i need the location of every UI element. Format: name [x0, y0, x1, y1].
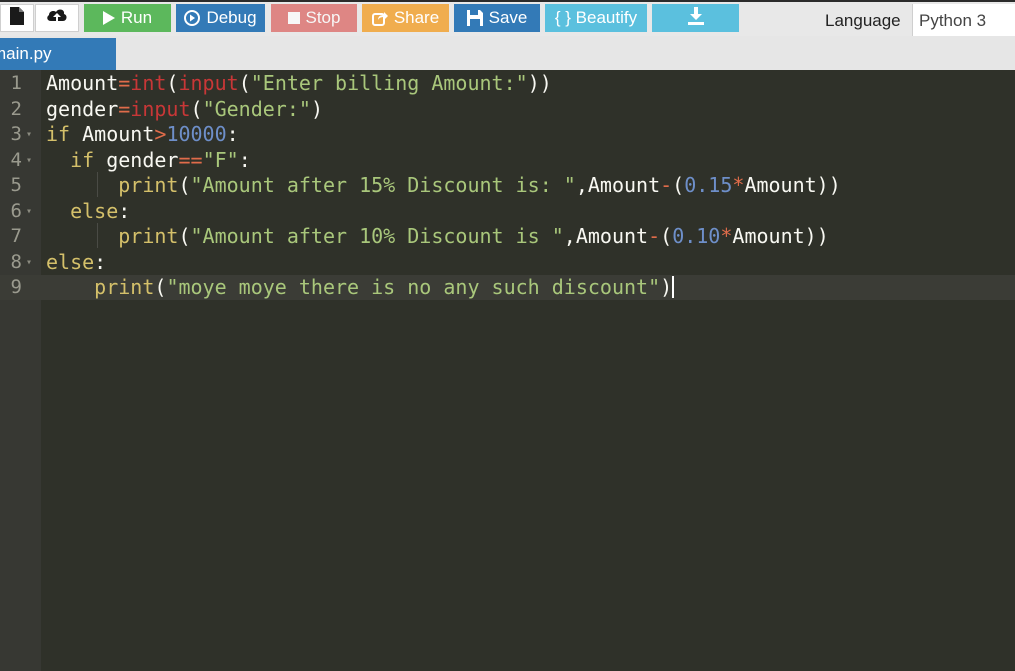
code-line[interactable]: 4 ▾ if gender=="F": — [0, 148, 1015, 173]
line-number: 7 — [10, 225, 22, 247]
beautify-button[interactable]: { } Beautify — [545, 4, 647, 32]
file-icon — [10, 6, 24, 30]
stop-label: Stop — [305, 8, 341, 27]
code-line[interactable]: 7 print("Amount after 10% Discount is ",… — [0, 224, 1015, 249]
run-button[interactable]: Run — [84, 4, 171, 32]
tab-label: main.py — [0, 44, 52, 63]
tab-main-py[interactable]: main.py — [0, 38, 116, 70]
code-text: gender=input("Gender:") — [46, 96, 323, 121]
line-number: 5 — [10, 174, 22, 196]
share-label: Share — [393, 8, 440, 27]
line-number: 6 — [10, 199, 22, 222]
fold-arrow-icon[interactable]: ▾ — [26, 199, 32, 224]
code-line[interactable]: 6 ▾ else: — [0, 199, 1015, 224]
download-icon — [687, 6, 704, 30]
debug-button[interactable]: Debug — [176, 4, 265, 32]
toolbar: Run Debug Stop Share Save { } Beautify L… — [0, 0, 1015, 36]
line-number: 4 — [10, 148, 22, 171]
share-button[interactable]: Share — [362, 4, 449, 32]
code-text: if gender=="F": — [70, 147, 251, 172]
stop-icon — [287, 12, 300, 24]
save-label: Save — [488, 8, 528, 27]
text-cursor — [672, 276, 675, 298]
code-line[interactable]: 3 ▾ if Amount>10000: — [0, 122, 1015, 147]
code-text: else: — [70, 198, 131, 223]
code-line[interactable]: 1 Amount=int(input("Enter billing Amount:… — [0, 71, 1015, 96]
code-line[interactable]: 5 print("Amount after 15% Discount is: "… — [0, 173, 1015, 198]
line-number: 3 — [10, 123, 22, 145]
code-line[interactable]: 8 ▾ else: — [0, 250, 1015, 275]
code-text: print("moye moye there is no any such di… — [94, 275, 675, 299]
code-editor[interactable]: 1 Amount=int(input("Enter billing Amount:… — [0, 70, 1015, 671]
fold-arrow-icon[interactable]: ▾ — [26, 122, 32, 147]
upload-button[interactable] — [35, 4, 79, 32]
language-select[interactable]: Python 3 — [912, 4, 1015, 36]
debug-label: Debug — [206, 8, 257, 27]
code-line[interactable]: 2 gender=input("Gender:") — [0, 97, 1015, 122]
code-text: else: — [46, 249, 107, 274]
code-text: print("Amount after 15% Discount is: ",A… — [118, 173, 841, 197]
fold-arrow-icon[interactable]: ▾ — [26, 148, 32, 173]
code-text: print("Amount after 10% Discount is ",Am… — [118, 224, 829, 248]
new-file-button[interactable] — [0, 4, 34, 32]
fold-arrow-icon[interactable]: ▾ — [26, 250, 32, 275]
line-number: 1 — [10, 72, 22, 94]
floppy-disk-icon — [466, 10, 483, 26]
beautify-label: { } Beautify — [554, 8, 638, 27]
stop-button[interactable]: Stop — [271, 4, 357, 32]
line-number: 2 — [10, 97, 22, 120]
code-line[interactable]: 9 print("moye moye there is no any such … — [0, 275, 1015, 300]
language-label: Language — [825, 11, 901, 30]
code-text: Amount=int(input("Enter billing Amount:"… — [46, 71, 552, 95]
file-tab-bar: main.py — [0, 36, 1015, 70]
line-number: 9 — [10, 276, 22, 298]
cloud-upload-icon — [46, 7, 68, 30]
download-button[interactable] — [652, 4, 739, 32]
run-label: Run — [120, 8, 153, 27]
play-icon — [102, 11, 115, 25]
line-number: 8 — [10, 250, 22, 273]
debug-icon — [184, 10, 201, 26]
save-button[interactable]: Save — [454, 4, 540, 32]
code-text: if Amount>10000: — [46, 122, 239, 146]
share-icon — [371, 10, 388, 26]
